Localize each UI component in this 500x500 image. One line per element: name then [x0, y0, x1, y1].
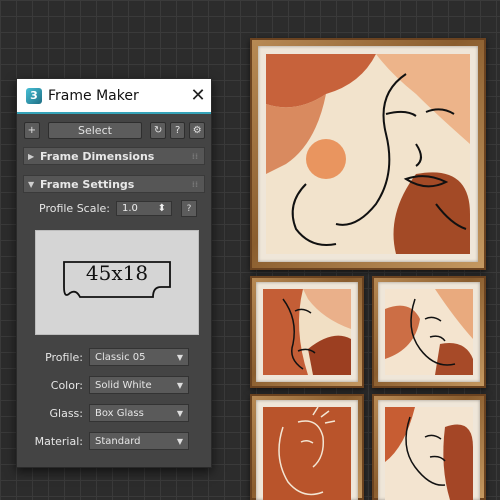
app-logo-icon: 3	[26, 87, 42, 104]
dropdown-caret-icon: ▼	[176, 380, 183, 390]
frame-medium-left	[250, 276, 364, 388]
frame-large	[250, 38, 486, 270]
dropdown-caret-icon: ▼	[176, 408, 183, 418]
artwork-small-left	[263, 407, 351, 500]
glass-value: Box Glass	[95, 407, 144, 419]
settings-icon[interactable]: ⚙	[189, 122, 206, 139]
dropdown-caret-icon: ▼	[176, 436, 183, 446]
grip-icon: ⁞⁞	[191, 151, 198, 161]
profile-dropdown[interactable]: Classic 05 ▼	[89, 348, 189, 366]
frame-small-left	[250, 394, 364, 500]
rollout-label: Frame Settings	[40, 177, 135, 191]
color-label: Color:	[50, 378, 83, 392]
material-label: Material:	[34, 434, 83, 448]
profile-preview: 45x18	[35, 230, 199, 335]
glass-field-row: Glass: Box Glass ▼	[17, 403, 211, 423]
rollout-frame-dimensions[interactable]: ▶ Frame Dimensions ⁞⁞	[23, 147, 205, 165]
profile-scale-help-icon[interactable]: ?	[181, 200, 198, 217]
refresh-icon[interactable]: ↻	[150, 122, 166, 139]
panel-title: Frame Maker	[48, 87, 139, 104]
profile-scale-row: Profile Scale: 1.0 ⬍ ?	[17, 200, 211, 217]
expand-arrow-icon: ▶	[28, 151, 35, 161]
material-value: Standard	[95, 435, 141, 447]
dropdown-caret-icon: ▼	[176, 352, 183, 362]
frame-medium-right	[372, 276, 486, 388]
artwork-large	[266, 54, 470, 254]
panel-toolbar: + Select ↻ ? ⚙	[17, 114, 211, 143]
glass-dropdown[interactable]: Box Glass ▼	[89, 404, 189, 422]
material-dropdown[interactable]: Standard ▼	[89, 432, 189, 450]
plus-icon[interactable]: +	[24, 122, 40, 139]
profile-label: Profile:	[45, 350, 83, 364]
help-icon[interactable]: ?	[169, 122, 186, 139]
material-field-row: Material: Standard ▼	[17, 431, 211, 451]
profile-field-row: Profile: Classic 05 ▼	[17, 347, 211, 367]
color-value: Solid White	[95, 379, 152, 391]
rollout-frame-settings[interactable]: ▼ Frame Settings ⁞⁞	[23, 175, 205, 193]
glass-label: Glass:	[49, 406, 84, 420]
profile-scale-label: Profile Scale:	[39, 202, 111, 215]
rollout-label: Frame Dimensions	[40, 149, 155, 163]
select-button[interactable]: Select	[47, 122, 143, 139]
close-icon[interactable]: ✕	[185, 85, 211, 106]
profile-value: Classic 05	[95, 351, 146, 363]
spinner-icon[interactable]: ⬍	[158, 203, 166, 214]
panel-titlebar[interactable]: 3 Frame Maker ✕	[17, 79, 211, 114]
profile-scale-spinner[interactable]: 1.0 ⬍	[116, 201, 173, 216]
grip-icon: ⁞⁞	[191, 179, 198, 189]
color-dropdown[interactable]: Solid White ▼	[89, 376, 189, 394]
frame-maker-panel: 3 Frame Maker ✕ + Select ↻ ? ⚙ ▶ Frame D…	[16, 78, 212, 468]
artwork-medium-left	[263, 289, 351, 375]
artwork-small-right	[385, 407, 473, 500]
color-field-row: Color: Solid White ▼	[17, 375, 211, 395]
frame-small-right	[372, 394, 486, 500]
profile-scale-value: 1.0	[122, 203, 138, 214]
collapse-arrow-icon: ▼	[28, 179, 35, 189]
artwork-medium-right	[385, 289, 473, 375]
profile-dimension-label: 45x18	[85, 261, 149, 285]
